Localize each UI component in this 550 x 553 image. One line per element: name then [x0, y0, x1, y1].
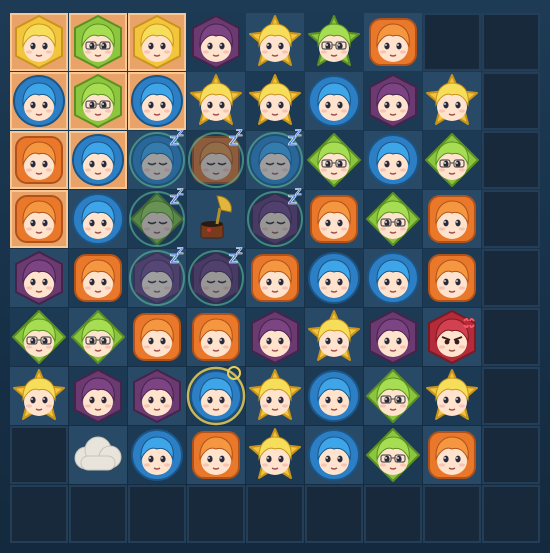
empty-cell	[10, 426, 68, 484]
svg-text:Z: Z	[177, 247, 184, 257]
board-cell[interactable]: ZZ	[246, 129, 304, 189]
empty-cell	[305, 485, 363, 543]
board-cell[interactable]	[69, 131, 127, 189]
board-cell[interactable]	[305, 131, 363, 189]
svg-text:Z: Z	[236, 129, 243, 139]
board-cell[interactable]	[305, 190, 363, 248]
empty-cell	[482, 131, 540, 189]
board-cell[interactable]	[69, 426, 127, 484]
empty-cell	[187, 485, 245, 543]
board-cell[interactable]	[69, 249, 127, 307]
board-cell[interactable]	[305, 249, 363, 307]
board-cell[interactable]	[128, 72, 186, 130]
board-cell[interactable]	[364, 308, 422, 366]
board-cell[interactable]	[10, 13, 68, 71]
board-cell[interactable]: ZZ	[187, 129, 245, 189]
board-cell[interactable]: ZZ	[246, 188, 304, 248]
board-cell[interactable]	[246, 426, 304, 484]
empty-cell	[482, 13, 540, 71]
board-cell[interactable]	[69, 308, 127, 366]
board-cell[interactable]	[128, 426, 186, 484]
empty-cell	[246, 485, 304, 543]
board-cell[interactable]: ZZ	[187, 247, 245, 307]
board-cell[interactable]	[423, 367, 481, 425]
board-cell[interactable]	[128, 13, 186, 71]
board-cell[interactable]	[10, 249, 68, 307]
board-cell[interactable]	[423, 72, 481, 130]
board-cell[interactable]	[246, 72, 304, 130]
board-cell[interactable]	[128, 367, 186, 425]
board-cell[interactable]	[10, 72, 68, 130]
board-cell[interactable]	[305, 72, 363, 130]
board-cell[interactable]	[423, 308, 481, 366]
empty-cell	[482, 426, 540, 484]
board-cell[interactable]	[187, 308, 245, 366]
board-cell[interactable]	[364, 13, 422, 71]
board-cell[interactable]	[246, 249, 304, 307]
board-cell[interactable]	[187, 426, 245, 484]
empty-cell	[482, 485, 540, 543]
puzzle-board: ZZZZZZZZZZZZZZ	[0, 0, 550, 553]
board-cell[interactable]	[187, 72, 245, 130]
board-cell[interactable]	[305, 367, 363, 425]
board-cell[interactable]	[187, 13, 245, 71]
svg-text:Z: Z	[177, 129, 184, 139]
svg-text:Z: Z	[295, 188, 302, 198]
board-cell[interactable]	[10, 308, 68, 366]
board-cell[interactable]	[364, 72, 422, 130]
board-cell[interactable]	[364, 249, 422, 307]
board-cell[interactable]	[305, 13, 363, 71]
board-cell[interactable]	[423, 190, 481, 248]
empty-cell	[10, 485, 68, 543]
empty-cell	[482, 308, 540, 366]
empty-cell	[128, 485, 186, 543]
board-cell[interactable]	[305, 308, 363, 366]
empty-cell	[482, 249, 540, 307]
empty-cell	[482, 190, 540, 248]
board-cell[interactable]	[423, 131, 481, 189]
board-cell[interactable]	[69, 367, 127, 425]
board-cell[interactable]	[10, 367, 68, 425]
board-cell[interactable]: ZZ	[128, 188, 186, 248]
board-cell[interactable]	[128, 308, 186, 366]
board-cell[interactable]	[186, 366, 246, 426]
board-cell[interactable]	[423, 426, 481, 484]
board-cell[interactable]: ZZ	[128, 129, 186, 189]
board-cell[interactable]	[364, 367, 422, 425]
board-cell[interactable]	[10, 131, 68, 189]
board-cell[interactable]	[364, 131, 422, 189]
board-cell[interactable]	[246, 367, 304, 425]
empty-cell	[364, 485, 422, 543]
board-cell[interactable]	[246, 308, 304, 366]
board-cell[interactable]	[69, 72, 127, 130]
empty-cell	[423, 485, 481, 543]
board-cell[interactable]	[187, 190, 245, 248]
empty-cell	[482, 72, 540, 130]
board-cell[interactable]	[10, 190, 68, 248]
board-cell[interactable]	[423, 249, 481, 307]
empty-cell	[423, 13, 481, 71]
board-cell[interactable]	[305, 426, 363, 484]
board-cell[interactable]: ZZ	[128, 247, 186, 307]
empty-cell	[482, 367, 540, 425]
board-cell[interactable]	[246, 13, 304, 71]
svg-text:Z: Z	[236, 247, 243, 257]
board-cell[interactable]	[364, 426, 422, 484]
svg-text:Z: Z	[295, 129, 302, 139]
board-cell[interactable]	[364, 190, 422, 248]
board-cell[interactable]	[69, 190, 127, 248]
board-cell[interactable]	[69, 13, 127, 71]
empty-cell	[69, 485, 127, 543]
svg-text:Z: Z	[177, 188, 184, 198]
